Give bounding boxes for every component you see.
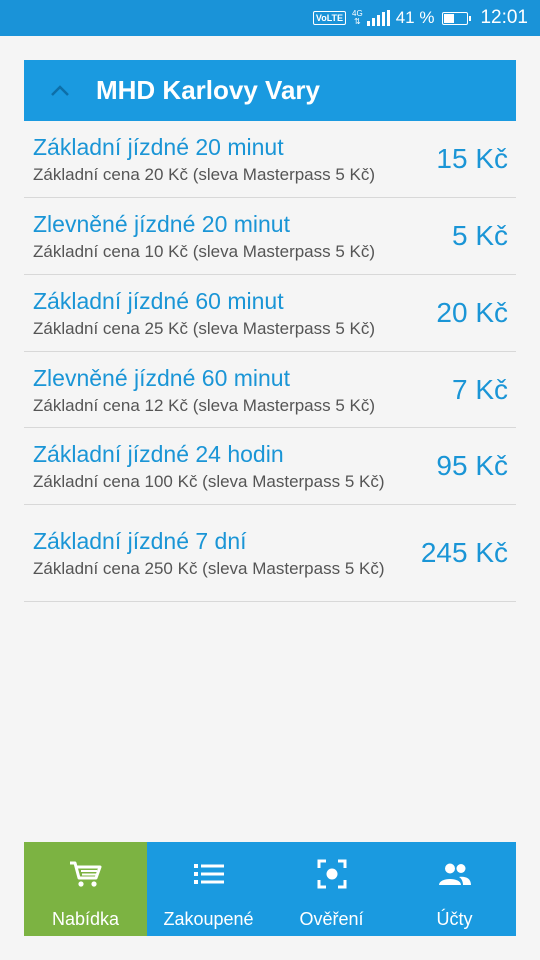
ticket-price: 15 Kč: [436, 143, 508, 174]
ticket-text: Základní jízdné 60 minut Základní cena 2…: [33, 287, 436, 339]
qr-scan-icon: [317, 859, 347, 889]
ticket-subtitle: Základní cena 250 Kč (sleva Masterpass 5…: [33, 559, 385, 578]
bottom-navigation: Nabídka Zakoupené Ověření Účty: [24, 842, 516, 936]
ticket-price: 5 Kč: [451, 220, 508, 251]
data-arrows-icon: ⇅: [354, 17, 361, 26]
ticket-subtitle: Základní cena 25 Kč (sleva Masterpass 5 …: [33, 319, 376, 338]
ticket-item[interactable]: Základní jízdné 7 dní Základní cena 250 …: [24, 505, 516, 602]
ticket-card: MHD Karlovy Vary Základní jízdné 20 minu…: [24, 60, 516, 602]
people-icon: [438, 859, 471, 889]
ticket-text: Zlevněné jízdné 60 minut Základní cena 1…: [33, 364, 452, 416]
battery-level-fill: [444, 13, 455, 23]
list-icon: [193, 859, 224, 889]
ticket-text: Zlevněné jízdné 20 minut Základní cena 1…: [33, 210, 452, 262]
clock: 12:01: [480, 7, 528, 28]
ticket-item[interactable]: Základní jízdné 20 minut Základní cena 2…: [24, 121, 516, 198]
ticket-text: Základní jízdné 24 hodin Základní cena 1…: [33, 440, 436, 492]
nav-tab-overeni[interactable]: Ověření: [270, 842, 393, 936]
ticket-item[interactable]: Zlevněné jízdné 20 minut Základní cena 1…: [24, 198, 516, 275]
ticket-title: Základní jízdné 7 dní: [33, 528, 247, 554]
ticket-title: Zlevněné jízdné 60 minut: [33, 364, 290, 391]
card-title: MHD Karlovy Vary: [96, 75, 320, 105]
ticket-subtitle: Základní cena 100 Kč (sleva Masterpass 5…: [33, 472, 385, 491]
ticket-title: Základní jízdné 20 minut: [33, 134, 284, 160]
nav-label: Účty: [436, 909, 473, 929]
volte-icon: VoLTE: [312, 11, 347, 25]
ticket-item[interactable]: Zlevněné jízdné 60 minut Základní cena 1…: [24, 352, 516, 428]
ticket-subtitle: Základní cena 12 Kč (sleva Masterpass 5 …: [33, 395, 376, 415]
ticket-list: Základní jízdné 20 minut Základní cena 2…: [24, 121, 516, 602]
nav-label: Ověření: [299, 909, 364, 929]
ticket-title: Základní jízdné 60 minut: [33, 288, 284, 314]
cart-icon: [69, 859, 103, 889]
ticket-price: 245 Kč: [420, 537, 508, 568]
nav-label: Zakoupené: [163, 909, 254, 929]
network-type-icon: 4G ⇅: [352, 10, 363, 26]
ticket-subtitle: Základní cena 20 Kč (sleva Masterpass 5 …: [33, 165, 376, 184]
ticket-title: Zlevněné jízdné 20 minut: [33, 211, 290, 237]
card-header[interactable]: MHD Karlovy Vary: [24, 60, 516, 121]
ticket-item[interactable]: Základní jízdné 24 hodin Základní cena 1…: [24, 428, 516, 505]
battery-percentage: 41 %: [395, 8, 435, 27]
chevron-up-icon[interactable]: [24, 60, 96, 121]
ticket-price: 7 Kč: [451, 373, 508, 405]
nav-tab-nabidka[interactable]: Nabídka: [24, 842, 147, 936]
nav-tab-zakoupene[interactable]: Zakoupené: [147, 842, 270, 936]
nav-tab-ucty[interactable]: Účty: [393, 842, 516, 936]
ticket-subtitle: Základní cena 10 Kč (sleva Masterpass 5 …: [33, 242, 376, 261]
status-bar: VoLTE 4G ⇅ 41 % 12:01: [0, 0, 540, 36]
ticket-text: Základní jízdné 20 minut Základní cena 2…: [33, 133, 436, 185]
battery-icon: [442, 11, 472, 25]
ticket-title: Základní jízdné 24 hodin: [33, 441, 284, 467]
ticket-price: 95 Kč: [436, 450, 508, 481]
ticket-text: Základní jízdné 7 dní Základní cena 250 …: [33, 527, 421, 579]
signal-strength-icon: [366, 10, 390, 26]
ticket-price: 20 Kč: [436, 297, 508, 328]
nav-label: Nabídka: [51, 909, 120, 929]
status-indicators: VoLTE 4G ⇅ 41 % 12:01: [312, 0, 528, 36]
ticket-item[interactable]: Základní jízdné 60 minut Základní cena 2…: [24, 275, 516, 352]
